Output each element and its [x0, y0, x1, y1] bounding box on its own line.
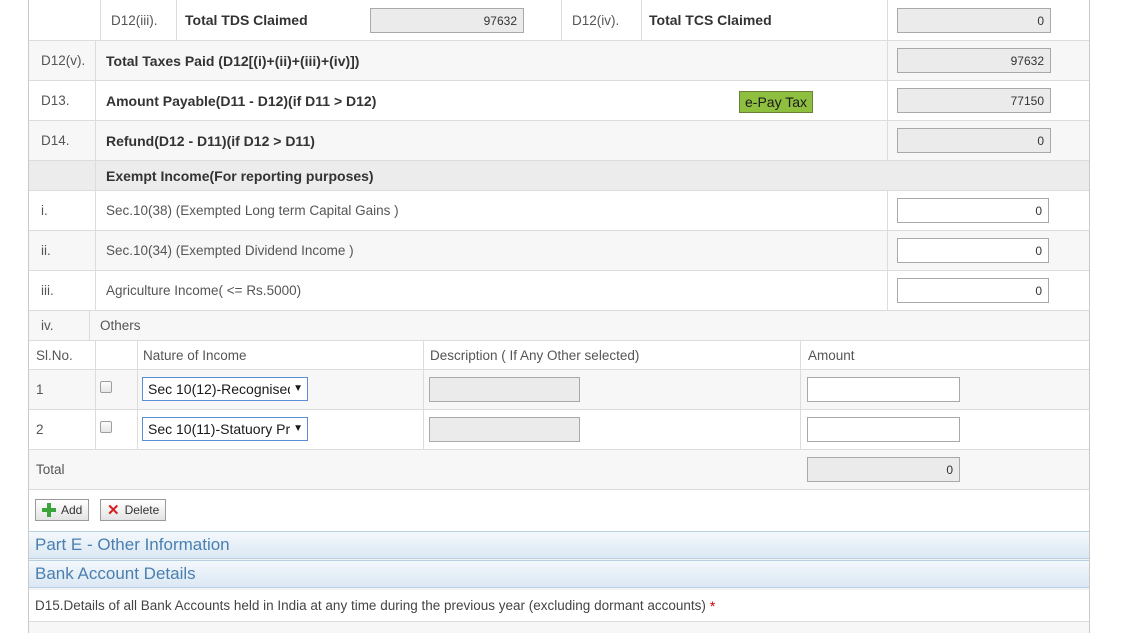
- row-d14: D14. Refund(D12 - D11)(if D12 > D11) 0: [29, 121, 1089, 161]
- d15-text: D15.Details of all Bank Accounts held in…: [35, 598, 706, 613]
- exempt-ii-code: ii.: [41, 243, 51, 258]
- total-label: Total: [36, 462, 65, 477]
- d12-iii-label: Total TDS Claimed: [185, 12, 308, 28]
- header-nature: Nature of Income: [143, 347, 247, 363]
- row-exempt-i: i. Sec.10(38) (Exempted Long term Capita…: [29, 191, 1089, 231]
- chevron-down-icon: ▼: [293, 383, 303, 394]
- d13-code: D13.: [41, 93, 70, 108]
- row-2-amount-input[interactable]: [807, 417, 960, 442]
- d13-label: Amount Payable(D11 - D12)(if D11 > D12): [106, 92, 377, 109]
- exempt-iii-label: Agriculture Income( <= Rs.5000): [106, 283, 302, 298]
- row-2-nature-select[interactable]: Sec 10(11)-Statuory Provident Fund ▼: [142, 417, 308, 441]
- sec-10-34-input[interactable]: 0: [897, 238, 1049, 263]
- part-e-title: Part E - Other Information: [35, 535, 230, 554]
- plus-icon: [42, 503, 56, 517]
- itr-form-panel: D12(iii). Total TDS Claimed 97632 D12(iv…: [28, 0, 1090, 633]
- row-d15: D15.Details of all Bank Accounts held in…: [29, 590, 1089, 622]
- d14-label: Refund(D12 - D11)(if D12 > D11): [106, 132, 315, 149]
- exempt-ii-label: Sec.10(34) (Exempted Dividend Income ): [106, 243, 354, 258]
- e-pay-tax-button[interactable]: e-Pay Tax: [739, 91, 813, 113]
- others-code: iv.: [41, 318, 54, 333]
- row-d12-iii-iv: D12(iii). Total TDS Claimed 97632 D12(iv…: [29, 0, 1089, 41]
- total-tcs-claimed-field: 0: [897, 8, 1051, 33]
- others-table-header: Sl.No. Nature of Income Description ( If…: [29, 341, 1089, 370]
- row-exempt-iii: iii. Agriculture Income( <= Rs.5000) 0: [29, 271, 1089, 311]
- bank-section-title: Bank Account Details: [35, 564, 196, 583]
- d14-code: D14.: [41, 133, 70, 148]
- row-1-nature-select[interactable]: Sec 10(12)-Recognised ▼: [142, 377, 308, 401]
- row-1-description-field: [429, 377, 580, 402]
- chevron-down-icon: ▼: [293, 423, 303, 434]
- others-label: Others: [100, 318, 141, 333]
- row-2-checkbox[interactable]: [100, 421, 112, 433]
- row-total: Total 0: [29, 450, 1089, 490]
- d12-v-label: Total Taxes Paid (D12[(i)+(ii)+(iii)+(iv…: [106, 52, 360, 69]
- exempt-i-label: Sec.10(38) (Exempted Long term Capital G…: [106, 203, 399, 218]
- delete-button-label: Delete: [124, 503, 160, 517]
- row-actions: Add ✕ Delete: [29, 490, 1089, 531]
- required-mark: *: [709, 597, 716, 614]
- delete-button[interactable]: ✕ Delete: [100, 499, 167, 521]
- add-button[interactable]: Add: [35, 499, 90, 521]
- row-others: iv. Others: [29, 311, 1089, 341]
- row-2-description-field: [429, 417, 580, 442]
- row-d13: D13. Amount Payable(D11 - D12)(if D11 > …: [29, 81, 1089, 121]
- header-amount: Amount: [808, 347, 855, 363]
- row-2-nature-value: Sec 10(11)-Statuory Provident Fund: [148, 421, 290, 437]
- header-description: Description ( If Any Other selected): [430, 347, 640, 363]
- d12-iii-code: D12(iii).: [111, 12, 158, 28]
- section-bank-account-details[interactable]: Bank Account Details: [29, 560, 1089, 588]
- agriculture-income-input[interactable]: 0: [897, 278, 1049, 303]
- table-row: 2 Sec 10(11)-Statuory Provident Fund ▼: [29, 410, 1089, 450]
- d12-iv-code: D12(iv).: [572, 12, 620, 28]
- row-1-checkbox[interactable]: [100, 381, 112, 393]
- exempt-i-code: i.: [41, 203, 48, 218]
- row-1-slno: 1: [36, 382, 44, 397]
- header-slno: Sl.No.: [36, 347, 73, 363]
- exempt-income-heading: Exempt Income(For reporting purposes): [106, 167, 374, 184]
- row-d12-v: D12(v). Total Taxes Paid (D12[(i)+(ii)+(…: [29, 41, 1089, 81]
- amount-payable-field: 77150: [897, 88, 1051, 113]
- total-tds-claimed-field: 97632: [370, 8, 524, 33]
- d12-v-code: D12(v).: [41, 53, 86, 68]
- row-2-slno: 2: [36, 422, 44, 437]
- row-exempt-heading: Exempt Income(For reporting purposes): [29, 161, 1089, 191]
- row-1-nature-value: Sec 10(12)-Recognised: [148, 381, 290, 397]
- sec-10-38-input[interactable]: 0: [897, 198, 1049, 223]
- row-next-partial: [29, 622, 1089, 633]
- table-row: 1 Sec 10(12)-Recognised ▼: [29, 370, 1089, 410]
- row-1-amount-input[interactable]: [807, 377, 960, 402]
- others-total-field: 0: [807, 457, 960, 482]
- section-part-e[interactable]: Part E - Other Information: [29, 531, 1089, 559]
- exempt-iii-code: iii.: [41, 283, 54, 298]
- refund-field: 0: [897, 128, 1051, 153]
- row-exempt-ii: ii. Sec.10(34) (Exempted Dividend Income…: [29, 231, 1089, 271]
- total-taxes-paid-field: 97632: [897, 48, 1051, 73]
- add-button-label: Add: [61, 503, 83, 517]
- d12-iv-label: Total TCS Claimed: [649, 12, 772, 28]
- delete-x-icon: ✕: [107, 501, 120, 519]
